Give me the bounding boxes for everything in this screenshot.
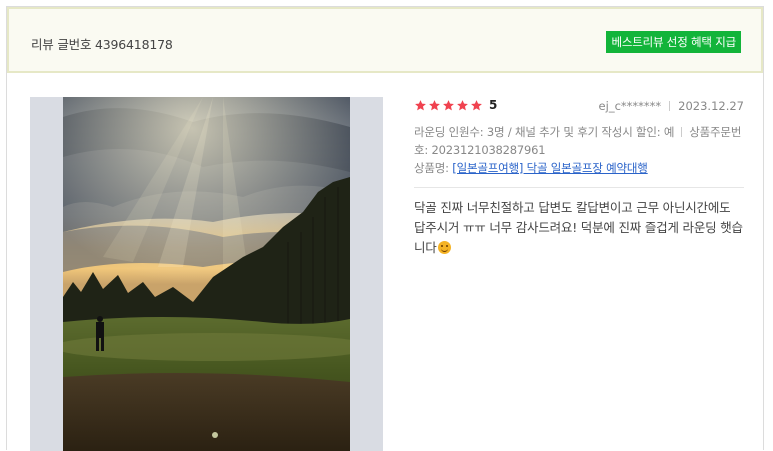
product-label: 상품명: (414, 161, 453, 175)
star-icon (471, 100, 482, 111)
star-icon (457, 100, 468, 111)
meta-divider (669, 101, 671, 111)
review-photo[interactable] (63, 97, 350, 451)
rating-score: 5 (489, 98, 498, 112)
rating-stars (414, 99, 483, 112)
review-number: 리뷰 글번호 4396418178 (31, 37, 173, 52)
rounding-info: 라운딩 인원수: 3명 / 채널 추가 및 후기 작성시 할인: 예 (414, 125, 675, 139)
review-photo-area[interactable] (30, 97, 383, 451)
review-options: 라운딩 인원수: 3명 / 채널 추가 및 후기 작성시 할인: 예 상품주문번호… (414, 123, 744, 159)
review-content: 닥골 진짜 너무친절하고 답변도 칼답변이고 근무 아닌시간에도 답주시거 ㅠㅠ… (414, 198, 744, 258)
product-link[interactable]: [일본골프여행] 닥골 일본골프장 예약대행 (452, 161, 648, 175)
smile-emoji-icon (437, 241, 451, 254)
best-review-badge: 베스트리뷰 선정 혜택 지급 (606, 31, 741, 53)
star-icon (415, 100, 426, 111)
product-line: 상품명: [일본골프여행] 닥골 일본골프장 예약대행 (414, 159, 744, 177)
review-info: 5 ej_c******* 2023.12.27 라운딩 인원수: 3명 / 채널… (414, 98, 744, 258)
content-divider (414, 187, 744, 188)
star-icon (443, 100, 454, 111)
star-icon (429, 100, 440, 111)
author-id: ej_c******* (598, 99, 662, 113)
option-divider (681, 127, 683, 137)
review-meta: ej_c******* 2023.12.27 (599, 99, 744, 113)
review-text: 닥골 진짜 너무친절하고 답변도 칼답변이고 근무 아닌시간에도 답주시거 ㅠㅠ… (414, 200, 743, 255)
review-card: 리뷰 글번호 4396418178 베스트리뷰 선정 혜택 지급 5 ej_c*… (6, 6, 764, 451)
review-header: 리뷰 글번호 4396418178 베스트리뷰 선정 혜택 지급 (7, 7, 763, 73)
review-date: 2023.12.27 (678, 99, 744, 113)
